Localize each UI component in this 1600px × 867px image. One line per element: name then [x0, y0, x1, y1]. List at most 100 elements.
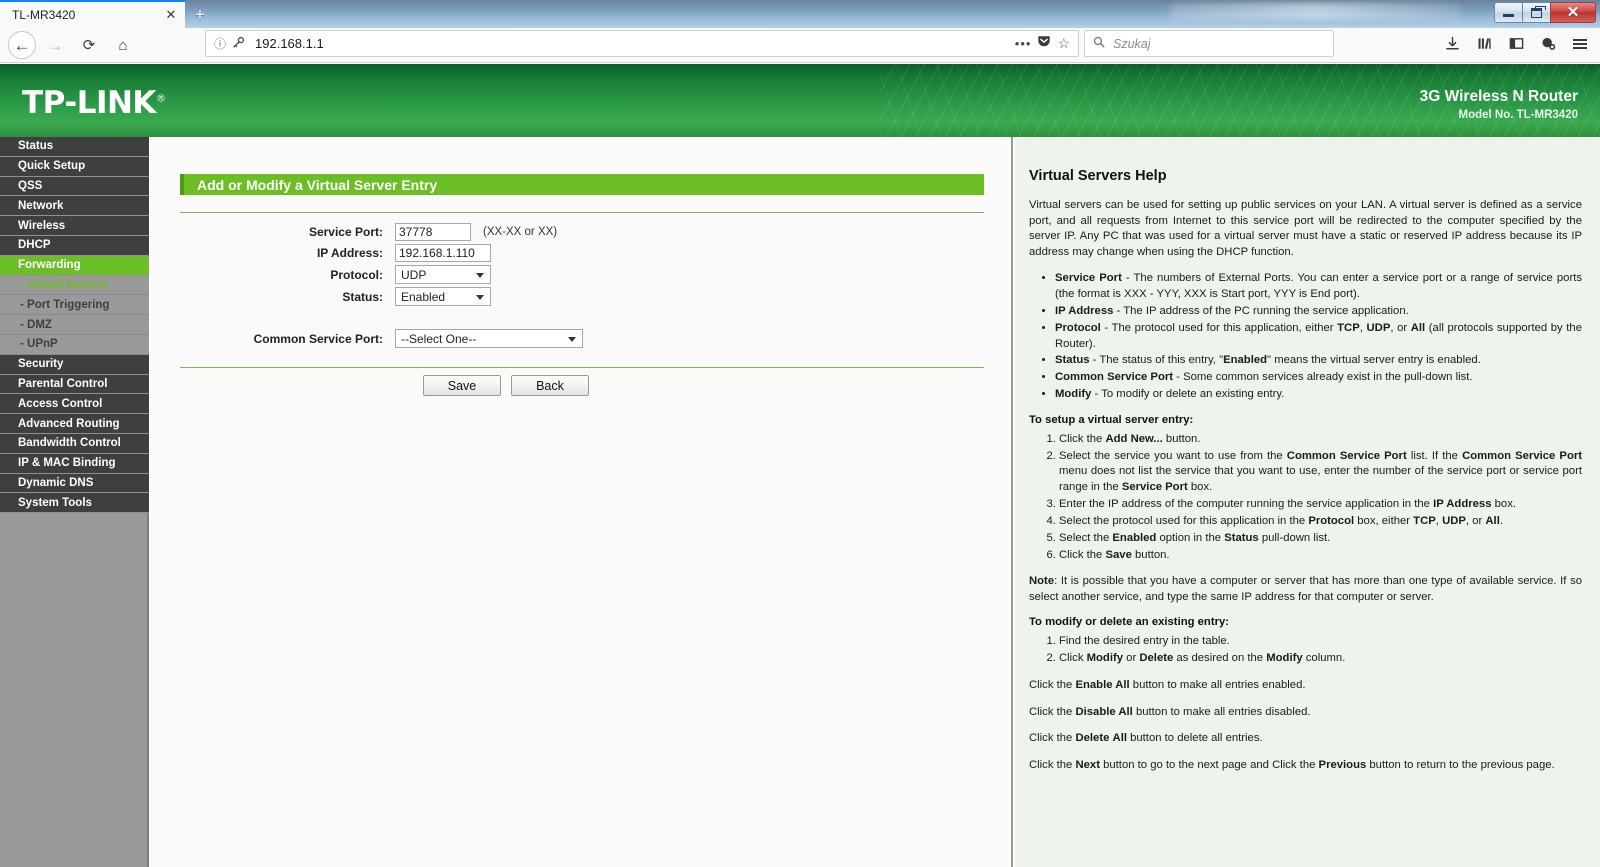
bookmark-star-icon[interactable]: ☆ — [1057, 35, 1070, 52]
main-content: Add or Modify a Virtual Server Entry Ser… — [151, 137, 1013, 867]
form-row-protocol: Protocol: UDP — [151, 265, 491, 284]
page-actions-icon[interactable]: ••• — [1015, 36, 1032, 51]
sidebar-item-status[interactable]: Status — [0, 137, 149, 157]
help-step: Enter the IP address of the computer run… — [1059, 497, 1582, 513]
ip-address-label: IP Address: — [316, 246, 383, 260]
url-text[interactable]: 192.168.1.1 — [255, 36, 1015, 51]
reload-icon: ⟳ — [82, 36, 96, 54]
help-term: Common Service Port — [1055, 371, 1174, 384]
sidebar-item-parental-control[interactable]: Parental Control — [0, 374, 149, 395]
protocol-select[interactable]: UDP — [395, 265, 491, 284]
site-info-icon[interactable]: ⓘ — [214, 35, 226, 52]
sidebar-item-virtual-servers[interactable]: - Virtual Servers — [0, 275, 149, 296]
maximize-button[interactable] — [1522, 2, 1551, 23]
sidebar-item-label: IP & MAC Binding — [18, 457, 116, 470]
help-term-desc: - To modify or delete an existing entry. — [1091, 388, 1285, 400]
help-term-desc: - The numbers of External Ports. You can… — [1055, 272, 1583, 301]
sidebar-item-label: System Tools — [18, 496, 92, 509]
browser-tabstrip: TL-MR3420 ✕ + — [0, 0, 1380, 28]
sidebar-item-label: Status — [18, 140, 54, 153]
save-button[interactable]: Save — [423, 375, 501, 396]
sidebar-toggle-icon[interactable] — [1502, 31, 1530, 57]
new-tab-icon[interactable]: + — [188, 3, 212, 25]
sidebar-item-network[interactable]: Network — [0, 196, 149, 217]
help-term-desc: - The IP address of the PC running the s… — [1113, 304, 1409, 317]
browser-tab[interactable]: TL-MR3420 ✕ — [0, 0, 185, 28]
help-term: IP Address — [1055, 304, 1114, 317]
home-button[interactable]: ⌂ — [108, 31, 138, 59]
sidebar-item-advanced-routing[interactable]: Advanced Routing — [0, 414, 149, 434]
pocket-icon[interactable] — [1037, 34, 1051, 53]
sidebar-item-security[interactable]: Security — [0, 354, 149, 375]
window-close-button[interactable]: ✕ — [1550, 2, 1596, 23]
divider-top — [180, 212, 984, 213]
help-modify-heading: To modify or delete an existing entry: — [1029, 616, 1230, 629]
help-term: Status — [1055, 354, 1090, 367]
back-button[interactable]: Back — [511, 375, 589, 396]
page-title: Add or Modify a Virtual Server Entry — [180, 174, 984, 195]
back-arrow-icon: ← — [13, 35, 31, 55]
toolbar-right-icons — [1438, 30, 1594, 57]
sidebar-item-bandwidth-control[interactable]: Bandwidth Control — [0, 433, 149, 454]
sidebar-item-quick-setup[interactable]: Quick Setup — [0, 156, 149, 177]
tab-title: TL-MR3420 — [12, 8, 76, 22]
help-note-text: : It is possible that you have a compute… — [1029, 575, 1582, 603]
help-step: Select the Enabled option in the Status … — [1059, 531, 1582, 547]
sidebar-item-system-tools[interactable]: System Tools — [0, 493, 149, 514]
help-modify-steps: Find the desired entry in the table. Cli… — [1059, 634, 1582, 667]
menu-button[interactable] — [1566, 31, 1594, 57]
ip-address-input[interactable] — [395, 244, 491, 262]
help-term: Modify — [1055, 388, 1092, 400]
sidebar-item-access-control[interactable]: Access Control — [0, 394, 149, 415]
downloads-icon[interactable] — [1438, 31, 1466, 57]
protocol-label: Protocol: — [330, 267, 383, 282]
help-definition-item: Status - The status of this entry, "Enab… — [1055, 353, 1582, 369]
help-definitions-list: Service Port - The numbers of External P… — [1055, 271, 1582, 403]
sidebar-item-dmz[interactable]: - DMZ — [0, 315, 149, 335]
help-note-term: Note — [1029, 575, 1055, 588]
status-selected-value: Enabled — [401, 289, 446, 304]
sidebar-item-port-triggering[interactable]: - Port Triggering — [0, 295, 149, 316]
help-definition-item: IP Address - The IP address of the PC ru… — [1055, 304, 1582, 320]
common-service-port-label: Common Service Port: — [253, 331, 383, 346]
search-bar[interactable]: Szukaj — [1084, 30, 1334, 57]
sidebar-item-forwarding[interactable]: Forwarding — [0, 255, 149, 276]
sidebar-item-label: Security — [18, 358, 64, 371]
trademark-icon: ® — [155, 93, 166, 105]
form-row-status: Status: Enabled — [151, 287, 491, 306]
window-close-icon: ✕ — [1566, 4, 1580, 21]
sidebar-item-label: Bandwidth Control — [18, 437, 121, 450]
sidebar-item-label: Dynamic DNS — [18, 476, 94, 489]
sidebar-item-dynamic-dns[interactable]: Dynamic DNS — [0, 473, 149, 494]
common-service-port-select[interactable]: --Select One-- — [395, 329, 583, 348]
search-input-placeholder[interactable]: Szukaj — [1113, 37, 1151, 51]
help-term-desc: - The status of this entry, "Enabled" me… — [1089, 354, 1481, 367]
sidebar-item-dhcp[interactable]: DHCP — [0, 235, 149, 256]
window-controls: ✕ — [1494, 2, 1596, 23]
help-setup-steps: Click the Add New... button. Select the … — [1059, 432, 1582, 564]
help-tip: Click the Next button to go to the next … — [1029, 758, 1555, 771]
help-tip: Click the Disable All button to make all… — [1029, 705, 1311, 718]
help-step: Click Modify or Delete as desired on the… — [1059, 651, 1582, 667]
account-icon[interactable] — [1534, 31, 1562, 57]
sidebar-item-upnp[interactable]: - UPnP — [0, 334, 149, 355]
address-bar[interactable]: ⓘ 192.168.1.1 ••• ☆ — [205, 30, 1079, 57]
forward-button[interactable]: → — [40, 31, 70, 59]
sidebar-item-label: DHCP — [18, 239, 51, 252]
home-icon: ⌂ — [118, 36, 128, 54]
reload-button[interactable]: ⟳ — [74, 31, 104, 59]
sidebar-item-wireless[interactable]: Wireless — [0, 216, 149, 236]
sidebar-item-qss[interactable]: QSS — [0, 176, 149, 197]
help-step: Select the service you want to use from … — [1059, 449, 1582, 496]
minimize-button[interactable] — [1494, 2, 1523, 23]
service-port-input[interactable] — [395, 223, 471, 241]
sidebar-item-ip-mac-binding[interactable]: IP & MAC Binding — [0, 453, 149, 474]
key-icon — [232, 36, 245, 52]
form-row-ip-address: IP Address: — [151, 244, 491, 262]
page-body: Status Quick Setup QSS Network Wireless … — [0, 137, 1600, 867]
common-service-port-selected-value: --Select One-- — [401, 331, 477, 346]
back-button[interactable]: ← — [8, 31, 36, 59]
close-icon[interactable]: ✕ — [161, 5, 181, 25]
library-icon[interactable] — [1470, 31, 1498, 57]
status-select[interactable]: Enabled — [395, 287, 491, 306]
